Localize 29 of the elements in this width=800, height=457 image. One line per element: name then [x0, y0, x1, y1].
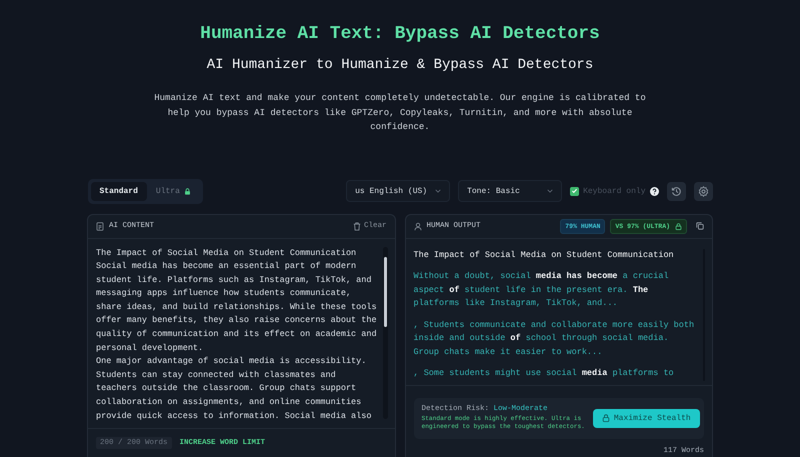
- lock-icon: [184, 188, 191, 194]
- page-subtitle: AI Humanizer to Humanize & Bypass AI Detectors: [206, 57, 594, 73]
- scrollbar[interactable]: [382, 246, 388, 418]
- keyboard-only-checkbox[interactable]: [570, 186, 580, 196]
- history-button[interactable]: [666, 182, 686, 200]
- maximize-stealth-button[interactable]: Maximize Stealth: [592, 408, 700, 428]
- output-paragraph: , Students communicate and collaborate more easily both inside and outside of school through social media. Group chats make it easier to work...: [414, 318, 696, 358]
- output-heading: The Impact of Social Media on Student Communication: [414, 248, 675, 262]
- mode-tab[interactable]: Standard: [90, 182, 147, 200]
- settings-button[interactable]: [694, 182, 712, 200]
- history-icon: [670, 186, 682, 196]
- page-title: Humanize AI Text: Bypass AI Detectors: [200, 24, 600, 44]
- output-paragraph: , Some students might use social media platforms to: [414, 367, 675, 380]
- help-icon[interactable]: [650, 186, 658, 196]
- keyboard-only-label: Keyboard only: [583, 186, 646, 196]
- lock-icon: [675, 222, 682, 230]
- chevron-down-icon: [547, 189, 554, 193]
- page-description: Humanize AI text and make your content completely undetectable. Our engine is calibrated to help you bypass AI detectors like GPTZero, Copyleaks, Turnitin, and more with absolute confidence.: [153, 92, 647, 134]
- input-text[interactable]: The Impact of Social Media on Student Communication Social media has become an essential part of modern student life. Platforms such as Instagram, TikTok, and messaging apps influence how students communicate, share ideas, and build relationships. While these tools offer many benefits, they also raise concerns about the quality of communication and its effect on academic and personal development. One major advantage of social media is accessibility. Students can stay connected with classmates and teachers outside the classroom. Group chats support collaboration on assignments, and online communities provide quick access to information. Social media also: [96, 246, 378, 428]
- settings-icon: [698, 186, 708, 196]
- tone-select[interactable]: Tone: Basic: [458, 180, 562, 202]
- trash-icon: [352, 222, 361, 230]
- output-paragraph: Without a doubt, social media has become a crucial aspect of student life in the present era. The platforms like Instagram, TikTok, and...: [414, 270, 670, 310]
- chevron-down-icon: [435, 189, 442, 193]
- lock-icon: [602, 414, 610, 422]
- document-icon: [96, 222, 104, 230]
- person-icon: [414, 222, 422, 230]
- copy-icon[interactable]: [696, 222, 704, 230]
- language-select[interactable]: us English (US): [346, 180, 450, 202]
